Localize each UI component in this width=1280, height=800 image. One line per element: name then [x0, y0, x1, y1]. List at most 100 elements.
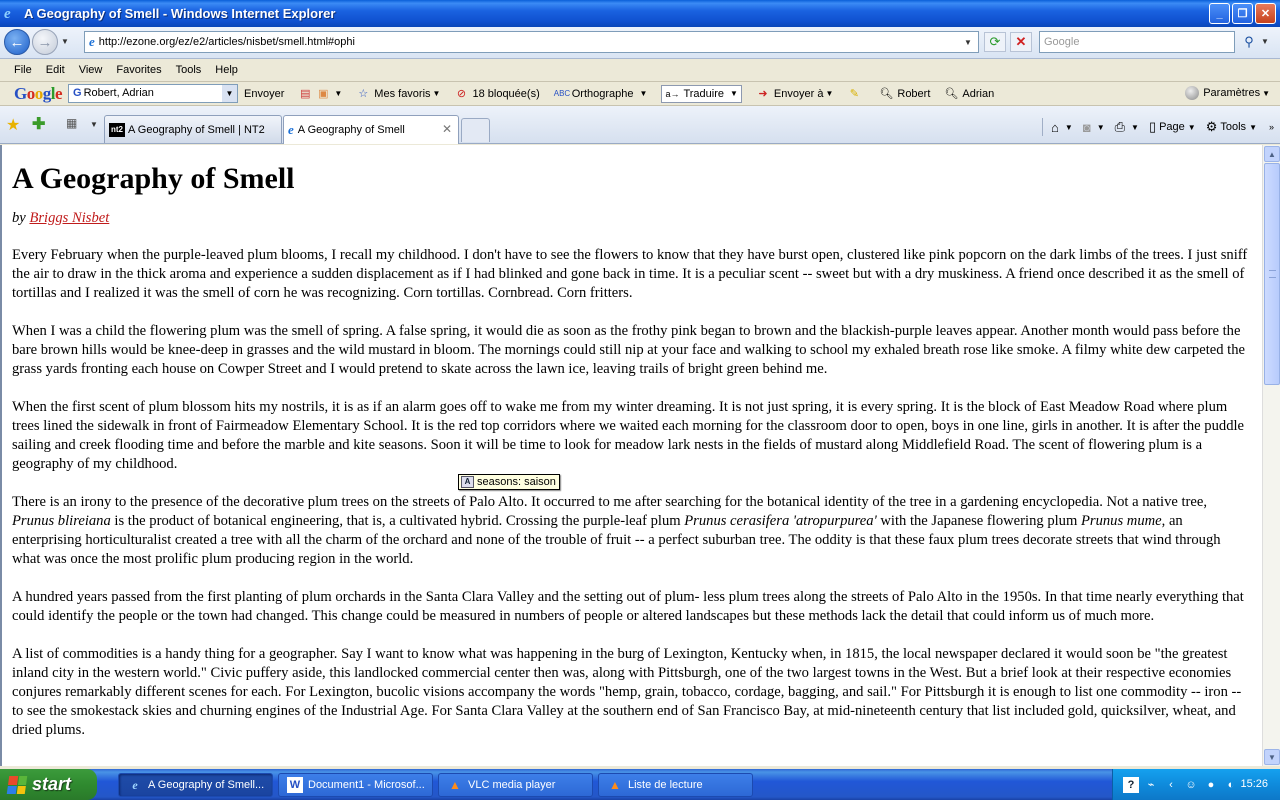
popup-blocker-button[interactable]: ⊘ 18 bloquée(s): [454, 87, 540, 101]
ie-icon: e: [132, 778, 138, 792]
vlc-icon: ▲: [609, 778, 621, 792]
close-button[interactable]: ✕: [1255, 3, 1276, 24]
spellcheck-icon: ABC: [553, 88, 571, 98]
globe-icon[interactable]: ●: [1203, 777, 1219, 793]
google-search-input[interactable]: G Robert, Adrian ▼: [68, 84, 239, 103]
more-tools-icon[interactable]: »: [1269, 122, 1274, 132]
taskbar-item-word[interactable]: W Document1 - Microsof...: [278, 773, 433, 797]
paragraph-5: A hundred years passed from the first pl…: [12, 589, 1244, 624]
home-icon: ⌂: [1051, 119, 1059, 135]
search-term-robert[interactable]: 🔍︎ Robert: [879, 87, 930, 101]
find-icon: 🔍︎: [944, 87, 959, 100]
help-icon[interactable]: ?: [1123, 776, 1139, 793]
byline: by Briggs Nisbet: [12, 210, 110, 226]
print-button[interactable]: ⎙ ▼: [1115, 119, 1139, 135]
start-button[interactable]: start: [0, 769, 97, 800]
taskbar: start e A Geography of Smell... W Docume…: [0, 769, 1280, 800]
address-dropdown-icon[interactable]: ▼: [960, 34, 976, 50]
settings-button[interactable]: Paramètres ▼: [1185, 86, 1270, 100]
vertical-scrollbar[interactable]: ▲ ▼: [1262, 145, 1280, 766]
history-dropdown-icon[interactable]: ▼: [61, 37, 69, 46]
taskbar-item-vlc[interactable]: ▲ VLC media player: [438, 773, 593, 797]
refresh-button[interactable]: ⟳: [984, 32, 1006, 52]
minimize-button[interactable]: _: [1209, 3, 1230, 24]
printer-icon: ⎙: [1114, 119, 1126, 134]
page-menu[interactable]: ▯ Page ▼: [1149, 119, 1196, 135]
search-options-icon[interactable]: ▼: [1261, 37, 1269, 46]
address-toolbar: ← → ▼ e http://ezone.org/ez/e2/articles/…: [0, 27, 1280, 59]
menu-favorites[interactable]: Favorites: [116, 64, 161, 76]
add-favorite-icon[interactable]: ✚: [32, 114, 45, 134]
tab-label: A Geography of Smell | NT2: [128, 123, 265, 136]
menu-tools[interactable]: Tools: [176, 64, 202, 76]
scroll-thumb[interactable]: [1264, 163, 1280, 385]
users-icon[interactable]: ☺: [1183, 777, 1199, 793]
page-icon: e: [89, 34, 95, 49]
maximize-button[interactable]: ❐: [1232, 3, 1253, 24]
tab-label: A Geography of Smell: [297, 124, 405, 136]
author-link[interactable]: Briggs Nisbet: [29, 210, 109, 226]
spellcheck-button[interactable]: ABC Orthographe ▼: [554, 87, 648, 101]
address-bar[interactable]: e http://ezone.org/ez/e2/articles/nisbet…: [84, 31, 979, 53]
page-icon: ▯: [1148, 119, 1157, 134]
page-content: A Geography of Smell by Briggs Nisbet Ev…: [0, 145, 1262, 766]
highlighter-icon: ✎: [849, 87, 859, 100]
star-icon: ☆: [358, 87, 369, 100]
paragraph-3: When the first scent of plum blossom hit…: [12, 399, 1245, 472]
translate-icon: A: [461, 476, 474, 488]
quick-tabs-icon[interactable]: ▦: [66, 116, 84, 132]
taskbar-item-ie[interactable]: e A Geography of Smell...: [118, 773, 273, 797]
scroll-up-arrow-icon[interactable]: ▲: [1264, 146, 1280, 162]
google-g-icon: G: [73, 87, 82, 99]
menu-edit[interactable]: Edit: [46, 64, 65, 76]
google-search-dropdown-icon[interactable]: ▼: [222, 85, 238, 102]
favorites-star-icon[interactable]: ★: [6, 115, 20, 135]
ie-app-icon: e: [4, 5, 11, 22]
tab-active[interactable]: e A Geography of Smell ✕: [283, 115, 459, 144]
search-term-adrian[interactable]: 🔍︎ Adrian: [944, 87, 994, 101]
stop-button[interactable]: ✕: [1010, 32, 1032, 52]
vlc-icon: ▲: [449, 778, 461, 792]
send-to-button[interactable]: ➜ Envoyer à ▼: [756, 87, 833, 101]
search-icon[interactable]: ⚲: [1238, 32, 1260, 52]
close-tab-icon[interactable]: ✕: [442, 122, 452, 136]
system-tray: ? ⌁ ‹ ☺ ● ◐ 15:26: [1112, 769, 1280, 800]
window-title: A Geography of Smell - Windows Internet …: [24, 6, 336, 21]
back-button[interactable]: ←: [4, 29, 30, 55]
search-input[interactable]: Google: [1039, 31, 1235, 53]
tab-bar: ★ ✚ ▦ ▼ nt2 A Geography of Smell | NT2 e…: [0, 106, 1280, 144]
tools-menu[interactable]: ⚙ Tools ▼: [1206, 119, 1257, 135]
feeds-button[interactable]: ◙ ▼: [1083, 120, 1105, 135]
translate-button[interactable]: a→ Traduire ▼: [661, 84, 742, 103]
settings-icon: [1185, 86, 1200, 100]
new-tab-button[interactable]: [461, 118, 490, 142]
find-icon: 🔍︎: [879, 87, 894, 100]
ie-favicon-icon: e: [288, 122, 294, 137]
menu-file[interactable]: File: [14, 64, 32, 76]
network-icon[interactable]: ⌁: [1143, 777, 1159, 793]
home-button[interactable]: ⌂ ▼: [1051, 120, 1073, 135]
tab-nt2[interactable]: nt2 A Geography of Smell | NT2: [104, 115, 282, 143]
highlight-button[interactable]: ✎: [847, 87, 865, 101]
google-logo[interactable]: Google: [14, 84, 63, 104]
taskbar-item-playlist[interactable]: ▲ Liste de lecture: [598, 773, 753, 797]
bookmark-icon[interactable]: ▣: [316, 87, 330, 101]
title-bar: e A Geography of Smell - Windows Interne…: [0, 0, 1280, 27]
volume-icon[interactable]: ◐: [1223, 777, 1239, 793]
toolbar-icons-group[interactable]: ▤ ▣ ▼: [298, 87, 342, 101]
scroll-down-arrow-icon[interactable]: ▼: [1264, 749, 1280, 765]
forward-button[interactable]: →: [32, 29, 58, 55]
menu-view[interactable]: View: [79, 64, 103, 76]
envoyer-button[interactable]: Envoyer: [244, 88, 284, 100]
address-url[interactable]: http://ezone.org/ez/e2/articles/nisbet/s…: [99, 36, 355, 48]
favoris-button[interactable]: ☆ Mes favoris ▼: [356, 87, 440, 101]
gear-icon: ⚙: [1205, 119, 1218, 134]
tab-list-dropdown-icon[interactable]: ▼: [90, 120, 98, 129]
back-arrow-icon[interactable]: ‹: [1163, 777, 1179, 793]
word-icon: W: [287, 777, 303, 793]
google-toolbar: Google G Robert, Adrian ▼ Envoyer ▤ ▣ ▼ ☆ Me…: [0, 82, 1280, 106]
paragraph-4: There is an irony to the presence of the…: [12, 494, 1221, 567]
menu-help[interactable]: Help: [215, 64, 238, 76]
news-icon[interactable]: ▤: [298, 87, 312, 101]
translate-icon: a→: [665, 88, 680, 99]
